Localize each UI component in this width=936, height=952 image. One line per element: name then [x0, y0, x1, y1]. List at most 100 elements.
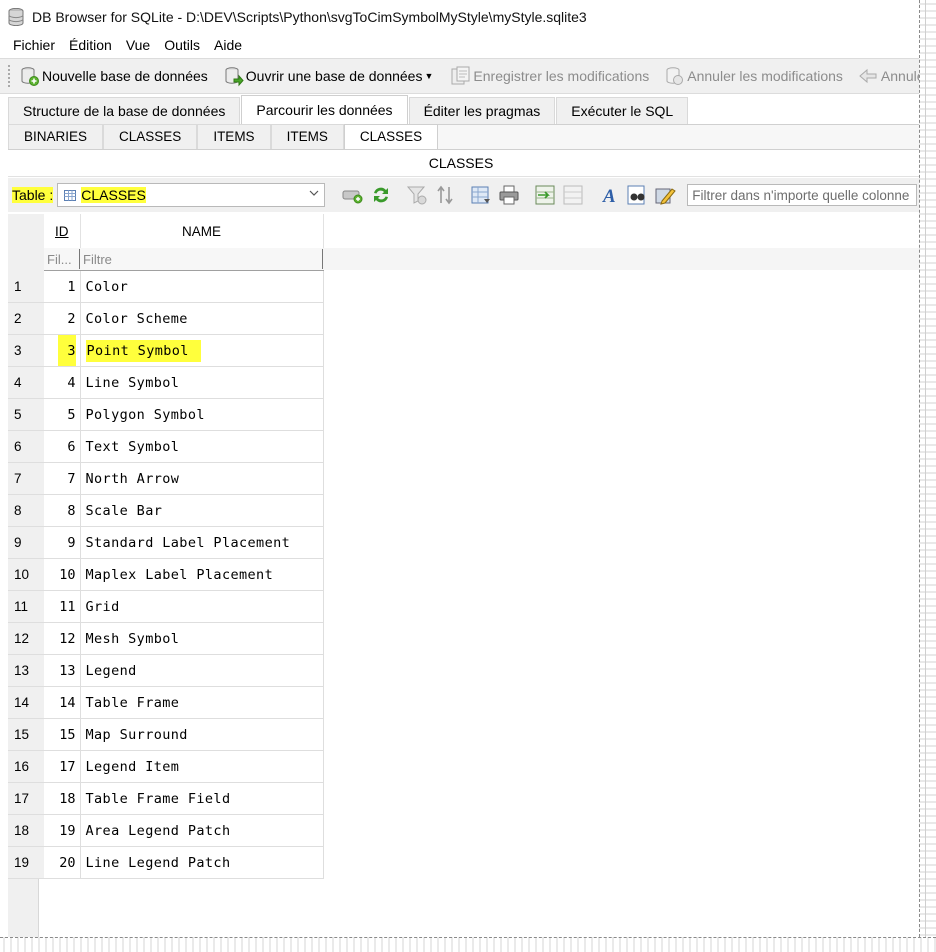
clear-filters-button[interactable] [405, 183, 429, 207]
table-row[interactable]: 9 9 Standard Label Placement [8, 526, 324, 559]
font-button[interactable]: A [597, 183, 621, 207]
row-number[interactable]: 2 [8, 302, 44, 335]
print-button[interactable] [497, 183, 521, 207]
refresh-button[interactable] [369, 183, 393, 207]
table-row[interactable]: 4 4 Line Symbol [8, 366, 324, 399]
cell-id[interactable]: 20 [44, 846, 81, 879]
tab-database-structure[interactable]: Structure de la base de données [8, 97, 241, 124]
cell-name[interactable]: Map Surround [80, 718, 324, 751]
table-row[interactable]: 15 15 Map Surround [8, 718, 324, 751]
table-row[interactable]: 19 20 Line Legend Patch [8, 846, 324, 879]
cell-name[interactable]: Mesh Symbol [80, 622, 324, 655]
table-row[interactable]: 8 8 Scale Bar [8, 494, 324, 527]
subtab-classes-active[interactable]: CLASSES [343, 124, 439, 149]
cell-id[interactable]: 11 [44, 590, 81, 623]
cell-name[interactable]: Point Symbol [80, 334, 324, 367]
row-number[interactable]: 6 [8, 430, 44, 463]
filter-id-input[interactable] [44, 249, 80, 269]
edit-button[interactable] [653, 183, 677, 207]
menu-vue[interactable]: Vue [119, 37, 157, 53]
row-number[interactable]: 8 [8, 494, 44, 527]
table-select[interactable]: CLASSES [57, 183, 326, 207]
cell-id[interactable]: 3 [44, 334, 81, 367]
subtab-classes[interactable]: CLASSES [103, 124, 198, 149]
cell-id[interactable]: 14 [44, 686, 81, 719]
table-row[interactable]: 1 1 Color [8, 270, 324, 303]
cell-name[interactable]: Text Symbol [80, 430, 324, 463]
row-number[interactable]: 16 [8, 750, 44, 783]
cell-id[interactable]: 15 [44, 718, 81, 751]
cell-id[interactable]: 2 [44, 302, 81, 335]
cell-name[interactable]: Color Scheme [80, 302, 324, 335]
cell-id[interactable]: 4 [44, 366, 81, 399]
row-number[interactable]: 10 [8, 558, 44, 591]
table-row[interactable]: 3 3 Point Symbol [8, 334, 324, 367]
table-row[interactable]: 5 5 Polygon Symbol [8, 398, 324, 431]
row-number[interactable]: 15 [8, 718, 44, 751]
column-header-name[interactable]: NAME [80, 214, 324, 248]
write-changes-button[interactable]: Enregistrer les modifications [449, 65, 649, 87]
menu-aide[interactable]: Aide [207, 37, 249, 53]
revert-changes-button[interactable]: Annuler les modifications [663, 65, 843, 87]
row-number[interactable]: 17 [8, 782, 44, 815]
cell-id[interactable]: 5 [44, 398, 81, 431]
delete-record-button[interactable] [561, 183, 585, 207]
cell-name[interactable]: Color [80, 270, 324, 303]
tab-browse-data[interactable]: Parcourir les données [241, 95, 408, 124]
table-row[interactable]: 12 12 Mesh Symbol [8, 622, 324, 655]
cell-name[interactable]: Scale Bar [80, 494, 324, 527]
row-number[interactable]: 19 [8, 846, 44, 879]
tab-execute-sql[interactable]: Exécuter le SQL [556, 97, 689, 124]
table-row[interactable]: 14 14 Table Frame [8, 686, 324, 719]
row-number[interactable]: 7 [8, 462, 44, 495]
sort-button[interactable] [433, 183, 457, 207]
find-button[interactable] [625, 183, 649, 207]
cell-name[interactable]: Polygon Symbol [80, 398, 324, 431]
table-row[interactable]: 18 19 Area Legend Patch [8, 814, 324, 847]
row-number[interactable]: 4 [8, 366, 44, 399]
table-row[interactable]: 11 11 Grid [8, 590, 324, 623]
global-filter-input[interactable] [687, 184, 918, 206]
cell-name[interactable]: North Arrow [80, 462, 324, 495]
save-results-button[interactable] [469, 183, 493, 207]
row-number[interactable]: 18 [8, 814, 44, 847]
table-row[interactable]: 2 2 Color Scheme [8, 302, 324, 335]
cell-name[interactable]: Grid [80, 590, 324, 623]
table-row[interactable]: 6 6 Text Symbol [8, 430, 324, 463]
column-header-id[interactable]: ID [44, 214, 81, 248]
corner-cell[interactable] [8, 214, 44, 248]
cell-id[interactable]: 17 [44, 750, 81, 783]
row-number[interactable]: 5 [8, 398, 44, 431]
cell-id[interactable]: 9 [44, 526, 81, 559]
cell-id[interactable]: 13 [44, 654, 81, 687]
cell-id[interactable]: 18 [44, 782, 81, 815]
row-number[interactable]: 3 [8, 334, 44, 367]
table-row[interactable]: 10 10 Maplex Label Placement [8, 558, 324, 591]
cell-id[interactable]: 7 [44, 462, 81, 495]
cell-name[interactable]: Legend Item [80, 750, 324, 783]
row-number[interactable]: 12 [8, 622, 44, 655]
open-database-button[interactable]: Ouvrir une base de données ▼ [222, 65, 433, 87]
table-row[interactable]: 13 13 Legend [8, 654, 324, 687]
cell-name[interactable]: Standard Label Placement [80, 526, 324, 559]
row-number[interactable]: 1 [8, 270, 44, 303]
cell-name[interactable]: Line Symbol [80, 366, 324, 399]
chevron-down-icon[interactable] [308, 187, 320, 199]
menu-fichier[interactable]: Fichier [6, 37, 62, 53]
cell-id[interactable]: 12 [44, 622, 81, 655]
insert-record-button[interactable] [533, 183, 557, 207]
cell-id[interactable]: 6 [44, 430, 81, 463]
open-dropdown-arrow-icon[interactable]: ▼ [424, 71, 433, 81]
table-row[interactable]: 7 7 North Arrow [8, 462, 324, 495]
cell-name[interactable]: Line Legend Patch [80, 846, 324, 879]
new-database-button[interactable]: Nouvelle base de données [18, 65, 208, 87]
menu-edition[interactable]: Édition [62, 37, 119, 53]
row-number[interactable]: 11 [8, 590, 44, 623]
row-number[interactable]: 9 [8, 526, 44, 559]
cell-id[interactable]: 8 [44, 494, 81, 527]
toolbar-grip[interactable] [8, 65, 10, 87]
subtab-items-2[interactable]: ITEMS [270, 124, 344, 149]
row-number[interactable]: 13 [8, 654, 44, 687]
subtab-items[interactable]: ITEMS [197, 124, 271, 149]
tab-edit-pragmas[interactable]: Éditer les pragmas [408, 97, 556, 124]
